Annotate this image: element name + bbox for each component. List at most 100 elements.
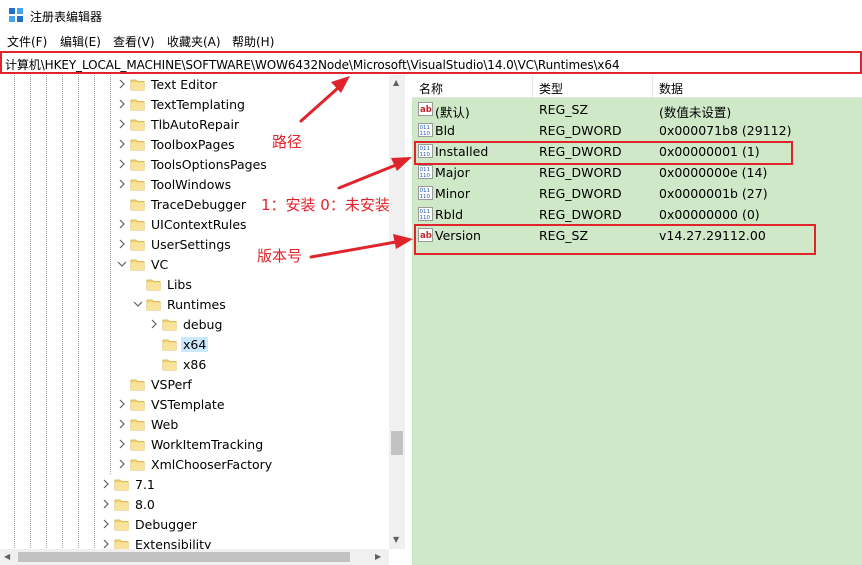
chevron-down-icon[interactable]: [116, 257, 128, 271]
folder-icon: [114, 479, 129, 491]
chevron-right-icon[interactable]: [116, 97, 128, 111]
value-name: Minor: [435, 186, 470, 201]
address-highlight-box: [0, 51, 862, 74]
tree-item[interactable]: WorkItemTracking: [116, 435, 389, 455]
folder-icon: [162, 319, 177, 331]
tree-spacer: [132, 277, 144, 291]
tree-item[interactable]: ToolboxPages: [116, 135, 389, 155]
tree-item[interactable]: TlbAutoRepair: [116, 115, 389, 135]
menu-favorites[interactable]: 收藏夹(A): [167, 33, 221, 50]
tree-item[interactable]: VSTemplate: [116, 395, 389, 415]
column-divider[interactable]: [652, 75, 653, 98]
tree-item[interactable]: XmlChooserFactory: [116, 455, 389, 475]
tree-item[interactable]: ToolWindows: [116, 175, 389, 195]
chevron-right-icon[interactable]: [116, 77, 128, 91]
folder-icon: [146, 279, 161, 291]
value-row[interactable]: 011 110 Bld REG_DWORD 0x000071b8 (29112): [412, 120, 862, 141]
tree-item[interactable]: TextTemplating: [116, 95, 389, 115]
scroll-up-icon[interactable]: ▲: [393, 78, 399, 87]
tree-item[interactable]: Web: [116, 415, 389, 435]
column-header-name[interactable]: 名称: [419, 80, 443, 97]
tree-vertical-scrollbar[interactable]: ▲ ▼: [389, 75, 405, 549]
tree-item[interactable]: 8.0: [100, 495, 389, 515]
tree-item[interactable]: Debugger: [100, 515, 389, 535]
chevron-right-icon[interactable]: [100, 477, 112, 491]
tree-item-label: VSTemplate: [151, 397, 225, 412]
folder-icon: [130, 139, 145, 151]
pane-splitter[interactable]: [405, 75, 412, 565]
tree-item[interactable]: 7.1: [100, 475, 389, 495]
scroll-right-icon[interactable]: ▶: [375, 552, 381, 561]
chevron-right-icon[interactable]: [148, 317, 160, 331]
tree-item[interactable]: UIContextRules: [116, 215, 389, 235]
folder-icon: [130, 419, 145, 431]
svg-text:110: 110: [420, 173, 431, 179]
tree-item-label: TextTemplating: [151, 97, 245, 112]
chevron-right-icon[interactable]: [116, 157, 128, 171]
tree-item[interactable]: UserSettings: [116, 235, 389, 255]
list-header: 名称 类型 数据: [412, 75, 862, 98]
value-row[interactable]: 011 110 Rbld REG_DWORD 0x00000000 (0): [412, 204, 862, 225]
tree-spacer: [148, 357, 160, 371]
tree-item-label: Runtimes: [167, 297, 226, 312]
title-bar: 注册表编辑器: [0, 0, 862, 30]
tree-item[interactable]: Libs: [132, 275, 389, 295]
tree-item[interactable]: Text Editor: [116, 75, 389, 95]
tree-vertical-scroll-thumb[interactable]: [391, 431, 403, 455]
chevron-right-icon[interactable]: [116, 437, 128, 451]
tree-item-label: debug: [183, 317, 223, 332]
menu-edit[interactable]: 编辑(E): [60, 33, 101, 50]
chevron-right-icon[interactable]: [100, 517, 112, 531]
annotation-path: 路径: [272, 133, 303, 151]
value-name: Bld: [435, 123, 455, 138]
column-divider[interactable]: [532, 75, 533, 98]
tree-item-label: TraceDebugger: [151, 197, 247, 212]
folder-icon: [130, 199, 145, 211]
folder-icon: [162, 339, 177, 351]
chevron-right-icon[interactable]: [116, 177, 128, 191]
scroll-down-icon[interactable]: ▼: [393, 535, 399, 544]
folder-icon: [130, 399, 145, 411]
folder-icon: [114, 499, 129, 511]
chevron-right-icon[interactable]: [116, 137, 128, 151]
svg-text:ab: ab: [420, 105, 432, 115]
column-header-type[interactable]: 类型: [539, 80, 563, 97]
tree-item-label: WorkItemTracking: [151, 437, 264, 452]
chevron-right-icon[interactable]: [116, 417, 128, 431]
tree-item[interactable]: ToolsOptionsPages: [116, 155, 389, 175]
chevron-right-icon[interactable]: [116, 237, 128, 251]
folder-icon: [130, 239, 145, 251]
installed-highlight-box: [414, 141, 793, 165]
value-data: (数值未设置): [659, 105, 732, 120]
dword-value-icon: 011110: [418, 207, 433, 221]
chevron-right-icon[interactable]: [116, 217, 128, 231]
chevron-right-icon[interactable]: [100, 497, 112, 511]
menu-help[interactable]: 帮助(H): [232, 33, 274, 50]
tree-item[interactable]: x86: [148, 355, 389, 375]
tree-spacer: [116, 197, 128, 211]
value-row[interactable]: 011 110 Minor REG_DWORD 0x0000001b (27): [412, 183, 862, 204]
tree-item-label: 7.1: [135, 477, 155, 492]
value-row[interactable]: ab (默认) REG_SZ (数值未设置): [412, 99, 862, 120]
tree-horizontal-scroll-thumb[interactable]: [18, 552, 350, 562]
tree-item-label: VC: [151, 257, 169, 272]
tree-item[interactable]: Runtimes: [132, 295, 389, 315]
menu-view[interactable]: 查看(V): [113, 33, 155, 50]
tree-item-label: VSPerf: [151, 377, 192, 392]
tree-spacer: [116, 377, 128, 391]
tree-horizontal-scrollbar[interactable]: ◀ ▶: [0, 549, 389, 565]
chevron-right-icon[interactable]: [116, 457, 128, 471]
scroll-left-icon[interactable]: ◀: [4, 552, 10, 561]
value-row[interactable]: 011 110 Major REG_DWORD 0x0000000e (14): [412, 162, 862, 183]
tree-item[interactable]: debug: [148, 315, 389, 335]
menu-file[interactable]: 文件(F): [7, 33, 47, 50]
value-name: Rbld: [435, 207, 464, 222]
tree-item[interactable]: x64: [148, 335, 389, 355]
chevron-right-icon[interactable]: [116, 397, 128, 411]
tree-item[interactable]: VSPerf: [116, 375, 389, 395]
tree-item[interactable]: VC: [116, 255, 389, 275]
column-header-data[interactable]: 数据: [659, 80, 683, 97]
chevron-right-icon[interactable]: [116, 117, 128, 131]
key-tree[interactable]: Text Editor TextTemplating TlbAutoRepair To…: [0, 75, 405, 565]
chevron-down-icon[interactable]: [132, 297, 144, 311]
